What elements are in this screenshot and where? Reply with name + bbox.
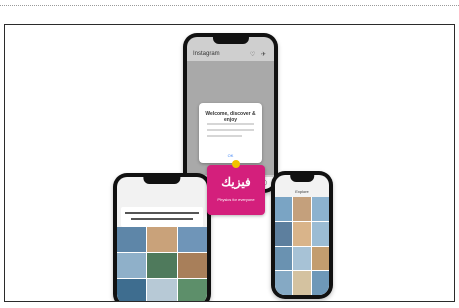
app-title: Instagram [193, 51, 220, 57]
logo-subtext: Physics for everyone [217, 197, 255, 202]
modal-text-line [207, 135, 242, 137]
photo-tile[interactable] [117, 227, 147, 252]
phone-screen: Explore [275, 175, 329, 295]
phone-notch [290, 174, 314, 182]
modal-ok-button[interactable]: OK [199, 153, 262, 158]
photo-tile[interactable] [275, 221, 293, 246]
photo-tile[interactable] [293, 221, 311, 246]
logo-text: فيزيك [221, 175, 251, 189]
phone-bottom-left [113, 173, 211, 301]
photo-tile[interactable] [177, 279, 207, 301]
photo-tile[interactable] [311, 221, 329, 246]
phone-screen [117, 177, 207, 301]
lightbulb-icon [232, 160, 240, 168]
photo-tile[interactable] [293, 271, 311, 295]
top-dotted-rule [0, 5, 459, 6]
caption-banner [121, 207, 203, 227]
modal-title: Welcome, discover & enjoy [205, 111, 256, 123]
photo-tile[interactable] [293, 197, 311, 221]
photo-tile[interactable] [177, 253, 207, 278]
phone-notch [212, 36, 249, 44]
phone-bottom-right: Explore [271, 171, 333, 299]
photo-tile[interactable] [311, 246, 329, 271]
image-frame: Instagram ♡ ✈ Welcome, discover & enjoy … [4, 24, 455, 302]
photo-tile[interactable] [147, 227, 177, 252]
modal-text-line [207, 123, 254, 125]
banner-text-line [125, 212, 199, 214]
photo-tile[interactable] [117, 279, 147, 301]
screen-header: Explore [295, 189, 309, 194]
photo-tile[interactable] [311, 271, 329, 295]
modal-dialog: Welcome, discover & enjoy OK [199, 103, 262, 163]
banner-text-line [131, 218, 193, 220]
photo-tile[interactable] [177, 227, 207, 252]
photo-grid [117, 227, 207, 301]
photo-tile[interactable] [311, 197, 329, 221]
brand-logo: فيزيك Physics for everyone [207, 160, 265, 215]
modal-text-line [207, 129, 254, 131]
photo-tile[interactable] [147, 253, 177, 278]
phone-notch [143, 176, 181, 184]
photo-tile[interactable] [275, 197, 293, 221]
photo-tile[interactable] [275, 246, 293, 271]
header-icons: ♡ ✈ [249, 52, 268, 58]
photo-tile[interactable] [147, 279, 177, 301]
photo-tile[interactable] [293, 246, 311, 271]
photo-tile[interactable] [275, 271, 293, 295]
photo-grid [275, 197, 329, 295]
photo-tile[interactable] [117, 253, 147, 278]
